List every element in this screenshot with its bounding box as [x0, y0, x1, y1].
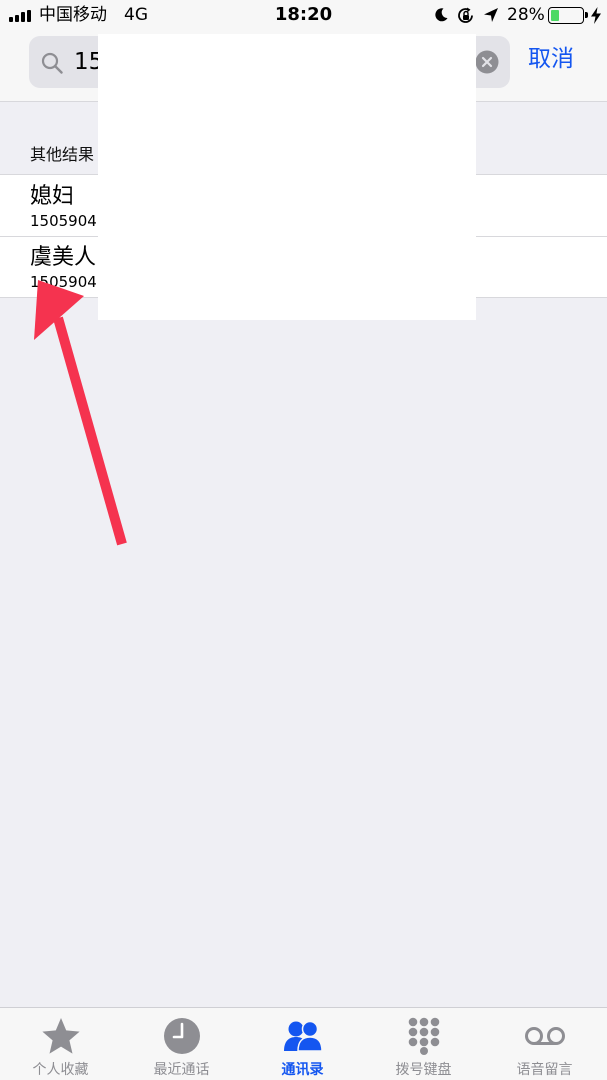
tab-bar: 个人收藏 最近通话 通讯录 拨号键盘 语音留言	[0, 1007, 607, 1080]
section-header: 其他结果	[30, 145, 95, 164]
battery-level	[551, 10, 559, 21]
tab-favorites[interactable]: 个人收藏	[0, 1008, 121, 1080]
tab-voicemail[interactable]: 语音留言	[484, 1008, 605, 1080]
moon-icon	[435, 8, 448, 22]
contacts-icon	[283, 1020, 323, 1052]
cancel-button[interactable]: 取消	[528, 43, 574, 75]
contact-number: 1505904	[30, 212, 97, 230]
charging-bolt-icon	[591, 7, 601, 24]
clock-icon	[163, 1018, 200, 1054]
battery-icon	[548, 7, 588, 24]
clear-icon[interactable]	[475, 50, 499, 74]
voicemail-icon	[524, 1027, 565, 1045]
battery-percent: 28%	[507, 5, 545, 25]
orientation-lock-icon	[458, 7, 473, 23]
contact-name: 虞美人	[30, 245, 97, 270]
star-icon	[41, 1018, 80, 1054]
tab-label: 个人收藏	[32, 1062, 89, 1078]
tab-contacts[interactable]: 通讯录	[242, 1008, 363, 1080]
tab-label: 语音留言	[516, 1062, 573, 1078]
search-icon	[41, 52, 63, 74]
status-bar: 中国移动 4G 18:20 28%	[0, 0, 607, 30]
tab-recents[interactable]: 最近通话	[121, 1008, 242, 1080]
redaction-box	[98, 34, 476, 320]
tab-label: 最近通话	[153, 1062, 210, 1078]
contact-number: 1505904	[30, 273, 97, 291]
tab-label: 拨号键盘	[395, 1062, 452, 1078]
tab-keypad[interactable]: 拨号键盘	[363, 1008, 484, 1080]
tab-label: 通讯录	[281, 1062, 324, 1078]
contact-name: 媳妇	[30, 184, 75, 209]
location-icon	[484, 8, 498, 22]
keypad-icon	[408, 1017, 439, 1055]
